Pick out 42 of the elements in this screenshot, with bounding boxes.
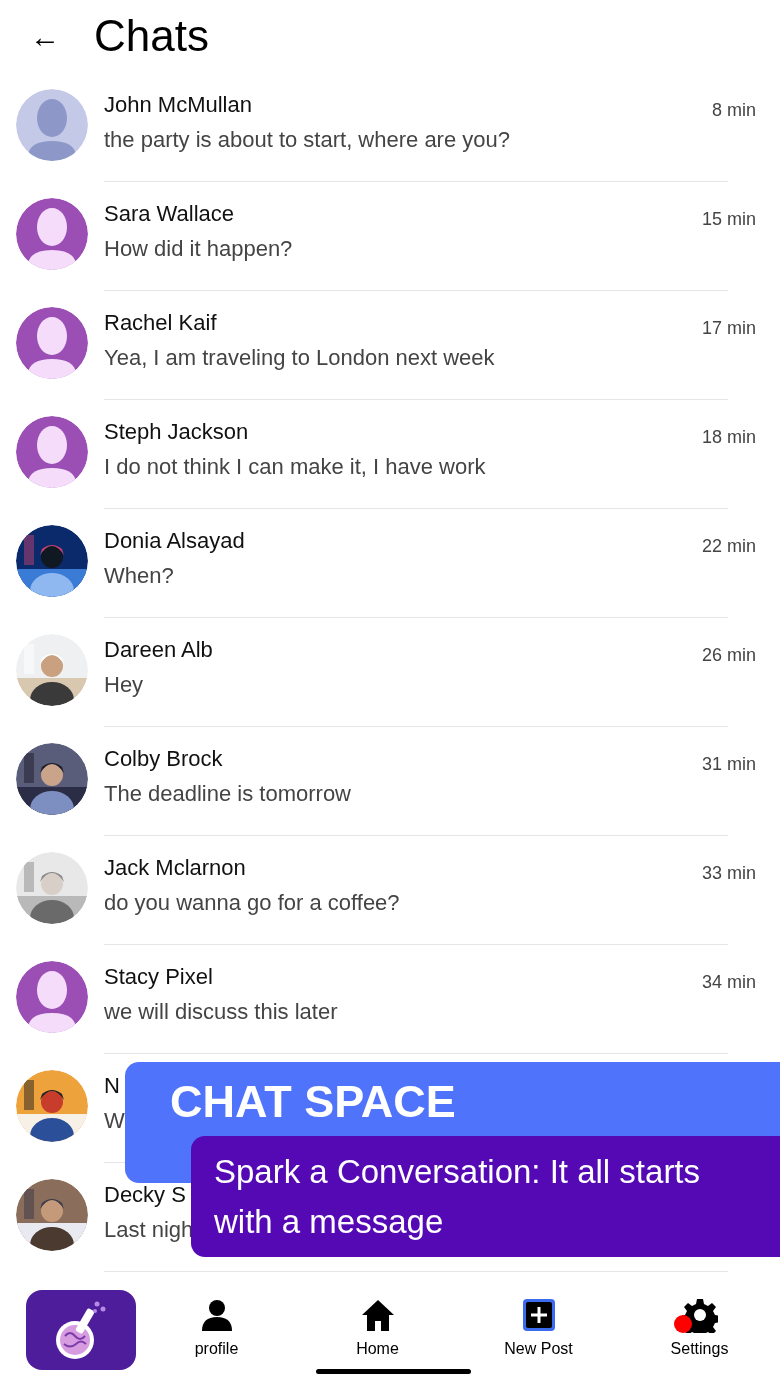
message-preview: When? [104, 562, 174, 590]
new-post-nav-button[interactable]: New Post [458, 1297, 619, 1361]
message-time: 18 min [701, 426, 756, 449]
back-button[interactable]: ← [30, 21, 60, 52]
page-title: Chats [94, 10, 209, 63]
logo-button[interactable] [26, 1290, 136, 1370]
banner-title: CHAT SPACE [170, 1075, 456, 1129]
contact-name: Colby Brock [104, 745, 223, 773]
message-time: 22 min [701, 535, 756, 558]
message-preview: do you wanna go for a coffee? [104, 889, 400, 917]
add-icon [520, 1297, 557, 1333]
message-preview: we will discuss this later [104, 998, 338, 1026]
contact-name: Donia Alsayad [104, 527, 245, 555]
contact-name: Decky S [104, 1181, 186, 1209]
contact-name: Dareen Alb [104, 636, 213, 664]
message-time: 34 min [701, 971, 756, 994]
message-preview: Hey [104, 671, 144, 699]
message-time: 8 min [712, 99, 756, 122]
message-time: 26 min [701, 644, 756, 667]
message-preview: the party is about to start, where are you? [104, 126, 510, 154]
home-nav-button[interactable]: Home [297, 1297, 458, 1361]
message-time: 15 min [701, 208, 756, 231]
message-preview: How did it happen? [104, 235, 293, 263]
settings-icon [681, 1297, 718, 1333]
banner-subtitle: Spark a Conversation: It all starts with a message [191, 1136, 780, 1257]
message-preview: W [104, 1107, 125, 1135]
message-preview: Yea, I am traveling to London next week [104, 344, 495, 372]
message-preview: Last nigh [104, 1216, 194, 1244]
contact-name: N [104, 1072, 120, 1100]
message-preview: I do not think I can make it, I have work [104, 453, 486, 481]
contact-name: Rachel Kaif [104, 309, 217, 337]
settings-nav-button[interactable]: Settings [619, 1297, 780, 1361]
contact-name: Jack Mclarnon [104, 854, 246, 882]
message-preview: The deadline is tomorrow [104, 780, 351, 808]
message-time: 17 min [701, 317, 756, 340]
message-time: 31 min [701, 753, 756, 776]
contact-name: Stacy Pixel [104, 963, 213, 991]
contact-name: John McMullan [104, 91, 252, 119]
profile-nav-button[interactable]: profile [136, 1297, 297, 1361]
contact-name: Sara Wallace [104, 200, 234, 228]
message-time: 33 min [701, 862, 756, 885]
contact-name: Steph Jackson [104, 418, 249, 446]
